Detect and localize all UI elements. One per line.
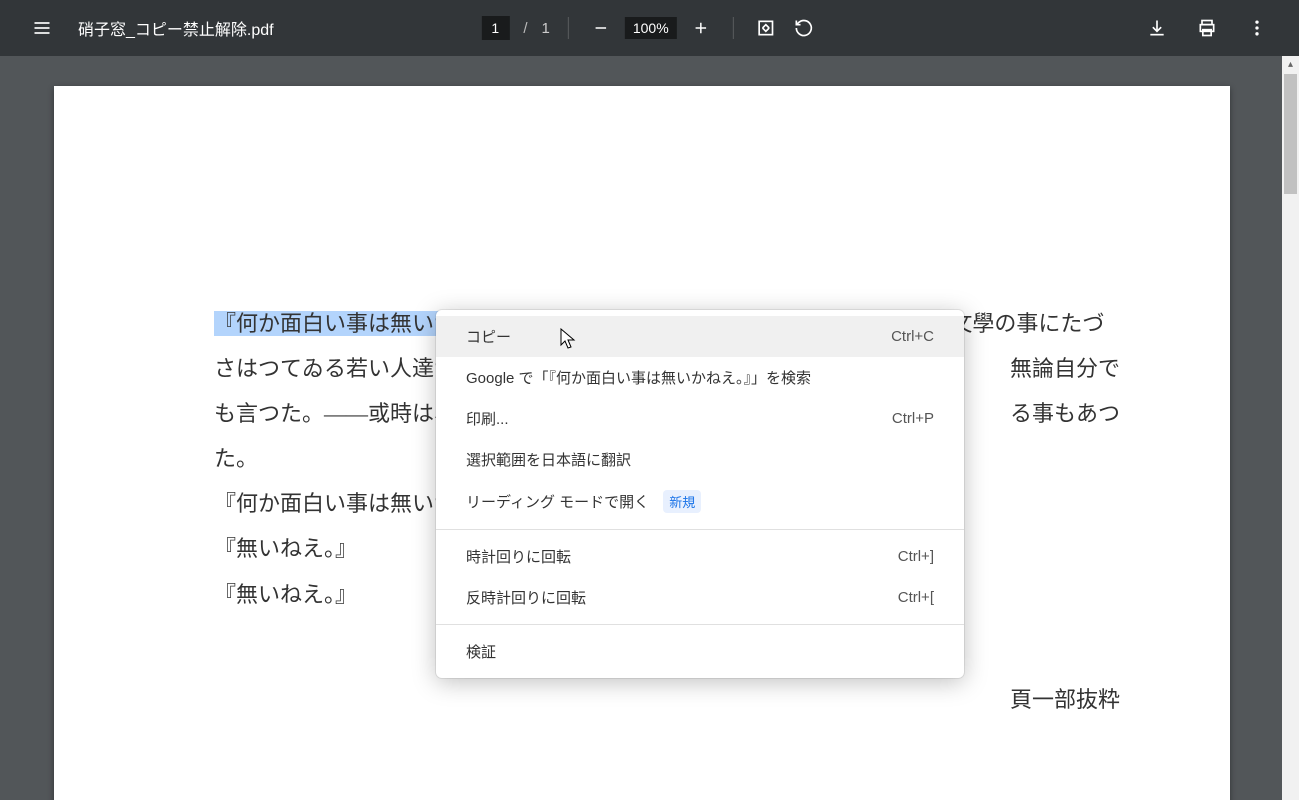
- attribution[interactable]: 頁一部抜粋: [214, 677, 1120, 722]
- scroll-up-icon[interactable]: ▴: [1282, 56, 1299, 73]
- print-icon[interactable]: [1193, 14, 1221, 42]
- menu-item-translate[interactable]: 選択範囲を日本語に翻訳: [436, 439, 964, 480]
- menu-item-copy[interactable]: コピー Ctrl+C: [436, 316, 964, 357]
- menu-separator: [436, 624, 964, 625]
- menu-separator: [436, 529, 964, 530]
- document-title: 硝子窓_コピー禁止解除.pdf: [78, 16, 274, 40]
- pdf-toolbar: 硝子窓_コピー禁止解除.pdf / 1 100%: [0, 0, 1299, 56]
- download-icon[interactable]: [1143, 14, 1171, 42]
- menu-item-reading-mode[interactable]: リーディング モードで開く 新規: [436, 480, 964, 523]
- menu-item-search[interactable]: Google で「『何か面白い事は無いかねえ。』」を検索: [436, 357, 964, 398]
- menu-icon[interactable]: [28, 14, 56, 42]
- menu-item-inspect[interactable]: 検証: [436, 631, 964, 672]
- scrollbar-thumb[interactable]: [1284, 74, 1297, 194]
- page-total: 1: [542, 20, 550, 37]
- page-separator: /: [523, 20, 527, 37]
- zoom-level[interactable]: 100%: [625, 17, 677, 39]
- divider: [568, 17, 569, 39]
- text-line[interactable]: さはつてゐる若い人達か: [214, 346, 456, 391]
- menu-item-rotate-ccw[interactable]: 反時計回りに回転 Ctrl+[: [436, 577, 964, 618]
- menu-item-rotate-cw[interactable]: 時計回りに回転 Ctrl+]: [436, 536, 964, 577]
- more-icon[interactable]: [1243, 14, 1271, 42]
- menu-item-print[interactable]: 印刷... Ctrl+P: [436, 398, 964, 439]
- rotate-icon[interactable]: [790, 14, 818, 42]
- fit-page-icon[interactable]: [752, 14, 780, 42]
- divider: [733, 17, 734, 39]
- context-menu: コピー Ctrl+C Google で「『何か面白い事は無いかねえ。』」を検索 …: [436, 310, 964, 678]
- text-line[interactable]: 無論自分で: [1010, 346, 1120, 391]
- text-line[interactable]: も言つた。――或時は、: [214, 391, 456, 436]
- page-number-input[interactable]: [481, 16, 509, 40]
- scrollbar[interactable]: ▴: [1282, 56, 1299, 800]
- zoom-out-icon[interactable]: [587, 14, 615, 42]
- zoom-in-icon[interactable]: [687, 14, 715, 42]
- new-badge: 新規: [663, 490, 701, 513]
- text-line[interactable]: る事もあつ: [1010, 391, 1120, 436]
